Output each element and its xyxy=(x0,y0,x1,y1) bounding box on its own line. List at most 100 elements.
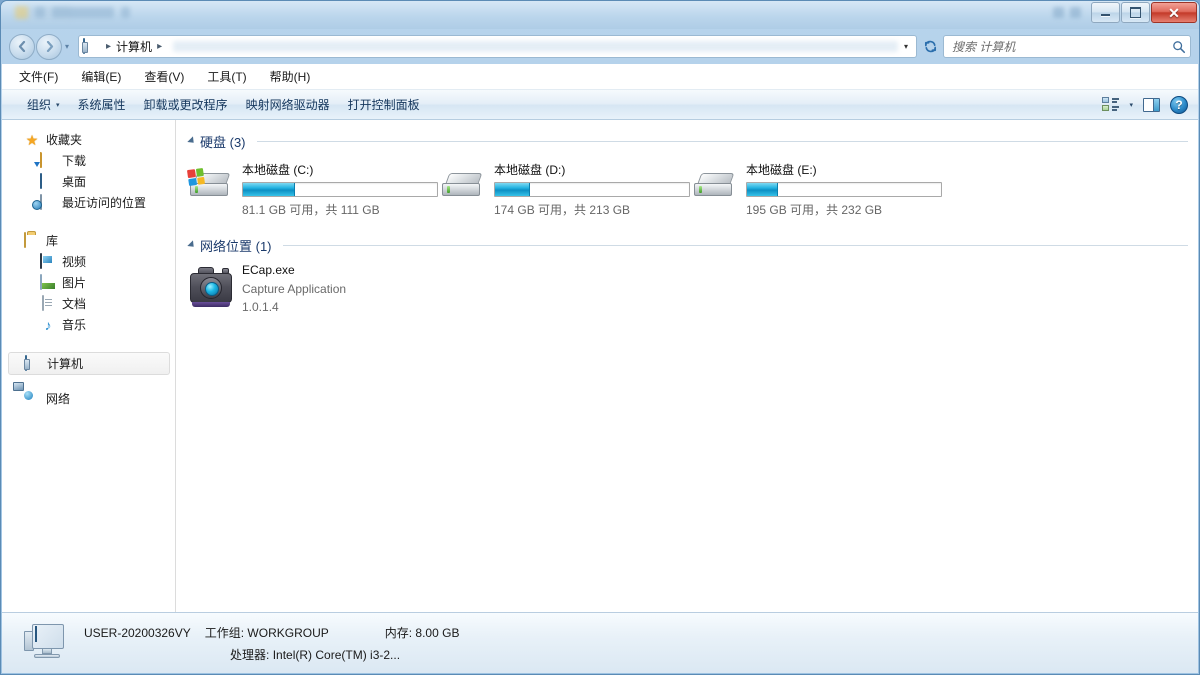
sidebar-item-downloads[interactable]: 下载 xyxy=(2,150,175,171)
menu-help[interactable]: 帮助(H) xyxy=(267,66,314,87)
maximize-button[interactable] xyxy=(1121,2,1150,23)
sidebar-item-pictures[interactable]: 图片 xyxy=(2,272,175,293)
drive-usage-bar-e xyxy=(746,182,942,197)
breadcrumb-separator-1: ▸ xyxy=(106,41,112,52)
content-pane: 硬盘 (3) 本地磁盘 (C:) 81.1 GB 可用，共 111 GB 本地磁… xyxy=(176,120,1198,612)
drive-usage-bar-c xyxy=(242,182,438,197)
sidebar-label-pictures: 图片 xyxy=(62,276,87,290)
menu-view[interactable]: 查看(V) xyxy=(141,66,187,87)
view-dropdown-button[interactable]: ▾ xyxy=(1125,93,1137,117)
sidebar-label-favorites: 收藏夹 xyxy=(46,133,83,147)
search-box[interactable] xyxy=(943,35,1191,58)
breadcrumb-computer-icon xyxy=(83,37,99,55)
title-bar-blurred-right xyxy=(1053,7,1081,18)
sidebar-label-computer: 计算机 xyxy=(47,357,84,371)
uninstall-change-program-button[interactable]: 卸载或更改程序 xyxy=(135,92,237,117)
organize-button[interactable]: 组织 ▾ xyxy=(18,92,69,117)
sidebar-label-videos: 视频 xyxy=(62,255,87,269)
menu-edit[interactable]: 编辑(E) xyxy=(78,66,124,87)
preview-pane-button[interactable] xyxy=(1139,93,1164,117)
system-properties-button[interactable]: 系统属性 xyxy=(69,92,135,117)
forward-button[interactable] xyxy=(36,33,62,60)
camera-icon xyxy=(188,265,234,307)
status-details: USER-20200326VY 工作组: WORKGROUP 内存: 8.00 … xyxy=(84,624,459,663)
section-header-network-locations[interactable]: 网络位置 (1) xyxy=(187,236,1188,254)
forward-arrow-icon xyxy=(46,41,53,52)
sidebar-item-documents[interactable]: 文档 xyxy=(2,293,175,314)
sidebar-item-libraries[interactable]: 库 xyxy=(2,230,175,251)
drive-name-d: 本地磁盘 (D:) xyxy=(494,163,566,177)
close-button[interactable]: ✕ xyxy=(1151,2,1197,23)
refresh-icon xyxy=(924,40,936,53)
sidebar-item-music[interactable]: ♪ 音乐 xyxy=(2,314,175,335)
sidebar-item-computer[interactable]: 计算机 xyxy=(8,352,170,375)
section-header-hard-disks[interactable]: 硬盘 (3) xyxy=(187,132,1188,150)
breadcrumb-separator-2[interactable]: ▸ xyxy=(152,41,167,52)
help-button[interactable]: ? xyxy=(1166,93,1192,117)
sidebar-item-desktop[interactable]: 桌面 xyxy=(2,171,175,192)
back-button[interactable] xyxy=(9,33,35,60)
drive-usage-bar-d xyxy=(494,182,690,197)
network-item-version: 1.0.1.4 xyxy=(242,300,279,314)
drive-item-c[interactable]: 本地磁盘 (C:) 81.1 GB 可用，共 111 GB xyxy=(186,159,440,218)
collapse-triangle-icon[interactable] xyxy=(187,240,197,250)
address-dropdown-caret[interactable]: ▾ xyxy=(898,42,914,51)
sidebar-label-documents: 文档 xyxy=(62,297,87,311)
network-icon xyxy=(24,391,40,407)
documents-icon xyxy=(40,294,56,312)
chevron-down-icon: ▾ xyxy=(1129,101,1133,109)
drive-item-e[interactable]: 本地磁盘 (E:) 195 GB 可用，共 232 GB xyxy=(692,159,944,218)
desktop-icon xyxy=(40,172,56,190)
section-divider xyxy=(256,140,1188,142)
map-network-drive-button[interactable]: 映射网络驱动器 xyxy=(237,92,339,117)
hard-drive-icon xyxy=(692,167,738,205)
menu-tools[interactable]: 工具(T) xyxy=(204,66,249,87)
status-bar: USER-20200326VY 工作组: WORKGROUP 内存: 8.00 … xyxy=(2,612,1198,673)
network-item-description: Capture Application xyxy=(242,282,347,296)
navigation-pane: ★ 收藏夹 下载 桌面 最近访问的位置 库 视频 图片 文档 ♪ 音乐 计算机 … xyxy=(2,120,176,612)
search-icon xyxy=(1173,40,1186,53)
drive-free-space-e: 195 GB 可用，共 232 GB xyxy=(746,203,883,217)
explorer-window: ✕ ▾ ▸ 计算机 ▸ ▾ 搜索 计算机 文件(F) 编辑(E) 查看(V) 工… xyxy=(0,0,1200,675)
computer-icon xyxy=(25,354,41,372)
address-bar[interactable]: ▸ 计算机 ▸ ▾ xyxy=(78,35,917,58)
chevron-down-icon: ▾ xyxy=(56,101,60,109)
computer-status-icon xyxy=(24,623,68,663)
view-mode-icon xyxy=(1102,97,1120,112)
sidebar-group-favorites: ★ 收藏夹 下载 桌面 最近访问的位置 xyxy=(2,129,175,213)
drive-name-e: 本地磁盘 (E:) xyxy=(746,163,817,177)
sidebar-item-favorites[interactable]: ★ 收藏夹 xyxy=(2,129,175,150)
sidebar-item-videos[interactable]: 视频 xyxy=(2,251,175,272)
drive-item-d[interactable]: 本地磁盘 (D:) 174 GB 可用，共 213 GB xyxy=(440,159,692,218)
menu-file[interactable]: 文件(F) xyxy=(16,66,61,87)
breadcrumb-label[interactable]: 计算机 xyxy=(116,38,152,55)
title-bar-blurred-title xyxy=(15,6,130,19)
downloads-icon xyxy=(40,151,56,169)
section-title-hard-disks: 硬盘 (3) xyxy=(200,134,246,150)
collapse-triangle-icon[interactable] xyxy=(187,136,197,146)
help-icon: ? xyxy=(1170,95,1188,114)
sidebar-item-recent-places[interactable]: 最近访问的位置 xyxy=(2,192,175,213)
sidebar-label-downloads: 下载 xyxy=(62,154,87,168)
sidebar-label-desktop: 桌面 xyxy=(62,175,87,189)
network-location-item[interactable]: ECap.exe Capture Application 1.0.1.4 xyxy=(188,263,1188,316)
refresh-button[interactable] xyxy=(918,35,942,58)
recent-places-icon xyxy=(40,193,56,211)
history-dropdown-button[interactable]: ▾ xyxy=(65,42,69,51)
star-icon: ★ xyxy=(25,131,39,148)
search-input[interactable] xyxy=(952,39,1172,54)
back-arrow-icon xyxy=(18,41,25,52)
sidebar-item-network[interactable]: 网络 xyxy=(2,388,175,409)
windows-logo-badge xyxy=(186,167,206,187)
minimize-button[interactable] xyxy=(1091,2,1120,23)
navigation-row: ▾ ▸ 计算机 ▸ ▾ xyxy=(1,29,1199,64)
change-view-button[interactable] xyxy=(1098,93,1123,117)
hard-drive-icon xyxy=(440,167,486,205)
network-item-name: ECap.exe xyxy=(242,263,295,277)
status-processor-label: 处理器: xyxy=(230,647,270,662)
open-control-panel-button[interactable]: 打开控制面板 xyxy=(339,92,429,117)
drive-name-c: 本地磁盘 (C:) xyxy=(242,163,314,177)
section-divider xyxy=(282,244,1188,246)
title-bar: ✕ xyxy=(1,1,1199,29)
pictures-icon xyxy=(40,273,56,291)
